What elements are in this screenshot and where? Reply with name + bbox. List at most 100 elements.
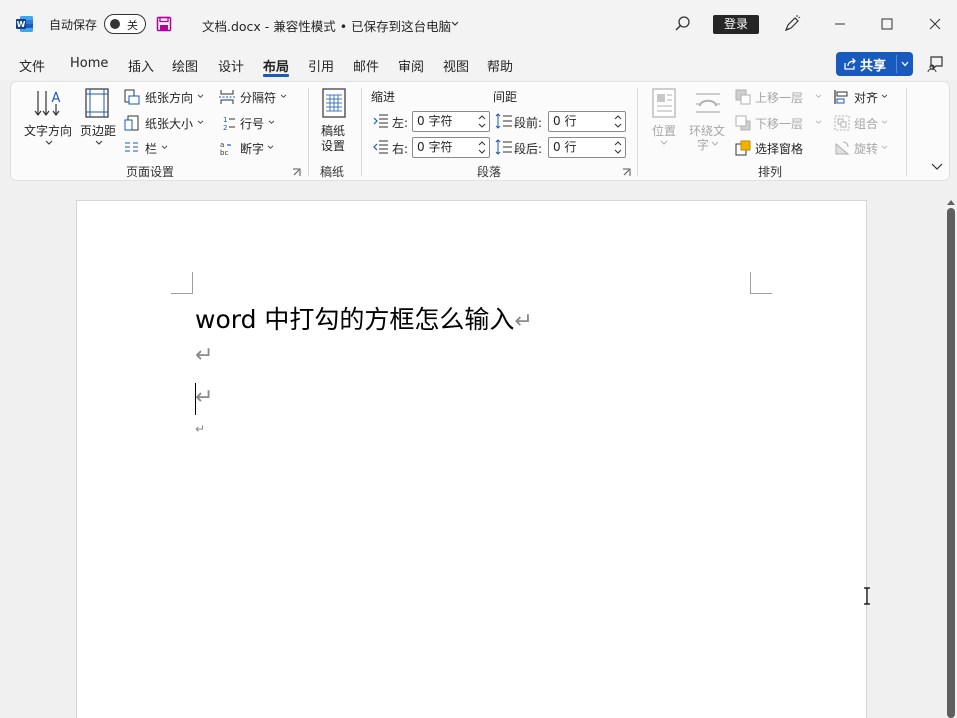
chevron-down-icon[interactable] [161,145,168,150]
wrap-text-line2[interactable]: 字 [697,136,709,153]
comments-icon[interactable] [927,55,945,73]
columns-button[interactable]: 栏 [145,140,157,157]
line-numbers-icon: 1 2 [223,116,235,131]
spacing-after-value: 0 行 [553,140,577,154]
spinner-arrows-icon[interactable] [478,113,486,130]
orientation-button[interactable]: 纸张方向 [145,89,193,106]
paper-size-button[interactable]: 纸张大小 [145,115,193,132]
scrollbar-thumb[interactable] [947,208,955,718]
title-bar: W 自动保存 关 文档.docx - 兼容性模式 • 已保存到这台电脑 登录 [0,0,957,48]
title-dropdown-icon[interactable] [451,21,459,27]
group-label-paragraph: 段落 [477,165,502,179]
spinner-arrows-icon[interactable] [478,139,486,156]
group-separator [637,88,638,176]
line-numbers-button[interactable]: 行号 [240,115,264,132]
autosave-toggle[interactable]: 关 [104,14,146,34]
position-button[interactable]: 位置 [652,122,676,139]
spacing-before-input[interactable]: 0 行 [548,111,626,132]
designer-pen-icon[interactable] [782,14,802,34]
svg-text:a: a [220,141,224,149]
rotate-button[interactable]: 旋转 [854,140,878,157]
scroll-up-arrow-icon[interactable] [946,198,956,206]
paragraph-mark: ↵ [195,422,206,436]
chevron-down-icon[interactable] [197,120,204,125]
chevron-down-icon[interactable] [711,141,719,147]
send-backward-button[interactable]: 下移一层 [755,115,803,132]
text-direction-button[interactable]: 文字方向 [24,122,72,139]
tab-help[interactable]: 帮助 [487,56,513,75]
chevron-down-icon[interactable] [45,140,53,146]
svg-text:W: W [17,20,26,29]
chevron-down-icon[interactable] [881,120,888,125]
chevron-down-icon[interactable] [197,94,204,99]
chevron-down-icon[interactable] [280,94,287,99]
bring-forward-button[interactable]: 上移一层 [755,89,803,106]
ribbon-layout: A 文字方向 页边距 纸张方向 纸张大小 栏 分隔符 1 2 行号 a bc 断… [10,81,950,181]
chevron-down-icon[interactable] [95,140,103,146]
document-title[interactable]: 文档.docx - 兼容性模式 • 已保存到这台电脑 [202,16,451,35]
tab-file[interactable]: 文件 [19,56,45,75]
maximize-icon[interactable] [875,12,899,36]
paragraph-launcher-icon[interactable] [622,168,631,177]
spacing-after-label: 段后: [514,142,543,156]
tab-draw[interactable]: 绘图 [172,56,198,75]
indent-right-input[interactable]: 0 字符 [412,137,490,158]
tab-home[interactable]: Home [70,56,108,71]
indent-right-value: 0 字符 [417,140,453,154]
chevron-down-icon[interactable] [815,120,822,125]
orientation-icon [124,89,140,105]
align-button[interactable]: 对齐 [854,89,878,106]
tab-mailings[interactable]: 邮件 [353,56,379,75]
autosave-label: 自动保存 [49,18,98,32]
chevron-down-icon[interactable] [900,59,910,69]
spacing-after-input[interactable]: 0 行 [548,137,626,158]
tab-layout[interactable]: 布局 [263,56,289,75]
ribbon-collapse-chevron-icon[interactable] [931,162,943,172]
chevron-down-icon[interactable] [660,140,668,146]
share-separator [896,55,897,73]
hyphenation-button[interactable]: 断字 [240,140,264,157]
search-icon[interactable] [674,15,692,33]
spinner-arrows-icon[interactable] [614,113,622,130]
spinner-arrows-icon[interactable] [614,139,622,156]
tab-insert[interactable]: 插入 [128,56,154,75]
minimize-icon[interactable] [828,12,852,36]
crop-mark-top-right [750,272,772,294]
document-page[interactable] [76,200,867,718]
indent-left-value: 0 字符 [417,114,453,128]
spacing-header: 间距 [493,90,518,104]
wrap-text-icon [696,93,720,113]
tab-view[interactable]: 视图 [443,56,469,75]
chevron-down-icon[interactable] [881,94,888,99]
group-label-arrange: 排列 [758,165,783,179]
spacing-after-icon [495,139,512,155]
selection-pane-button[interactable]: 选择窗格 [755,140,803,157]
align-icon [834,90,848,104]
breaks-button[interactable]: 分隔符 [240,89,276,106]
page-setup-launcher-icon[interactable] [292,168,301,177]
chevron-down-icon[interactable] [268,120,275,125]
document-heading[interactable]: word 中打勾的方框怎么输入↵ [195,300,533,336]
share-button[interactable]: 共享 [836,52,913,76]
close-icon[interactable] [923,12,947,36]
chevron-down-icon[interactable] [881,145,888,150]
tab-references[interactable]: 引用 [308,56,334,75]
group-button[interactable]: 组合 [854,115,878,132]
manuscript-setup-line2[interactable]: 设置 [321,137,345,154]
heading-text[interactable]: word 中打勾的方框怎么输入 [195,305,514,334]
toggle-knob [110,19,120,29]
save-icon[interactable] [156,16,172,32]
indent-left-input[interactable]: 0 字符 [412,111,490,132]
paragraph-mark: ↵ [514,309,533,334]
chevron-down-icon[interactable] [267,145,274,150]
chevron-down-icon[interactable] [815,94,822,99]
share-label: 共享 [860,59,887,74]
word-app-icon: W [16,16,33,32]
tab-design[interactable]: 设计 [218,56,244,75]
ribbon-tab-bar: 文件 Home 插入 绘图 设计 布局 引用 邮件 审阅 视图 帮助 [0,48,957,80]
margins-button[interactable]: 页边距 [80,122,116,139]
login-button[interactable]: 登录 [713,15,759,34]
mouse-ibeam-cursor-icon [864,587,870,605]
active-tab-indicator [263,74,289,77]
tab-review[interactable]: 审阅 [398,56,424,75]
